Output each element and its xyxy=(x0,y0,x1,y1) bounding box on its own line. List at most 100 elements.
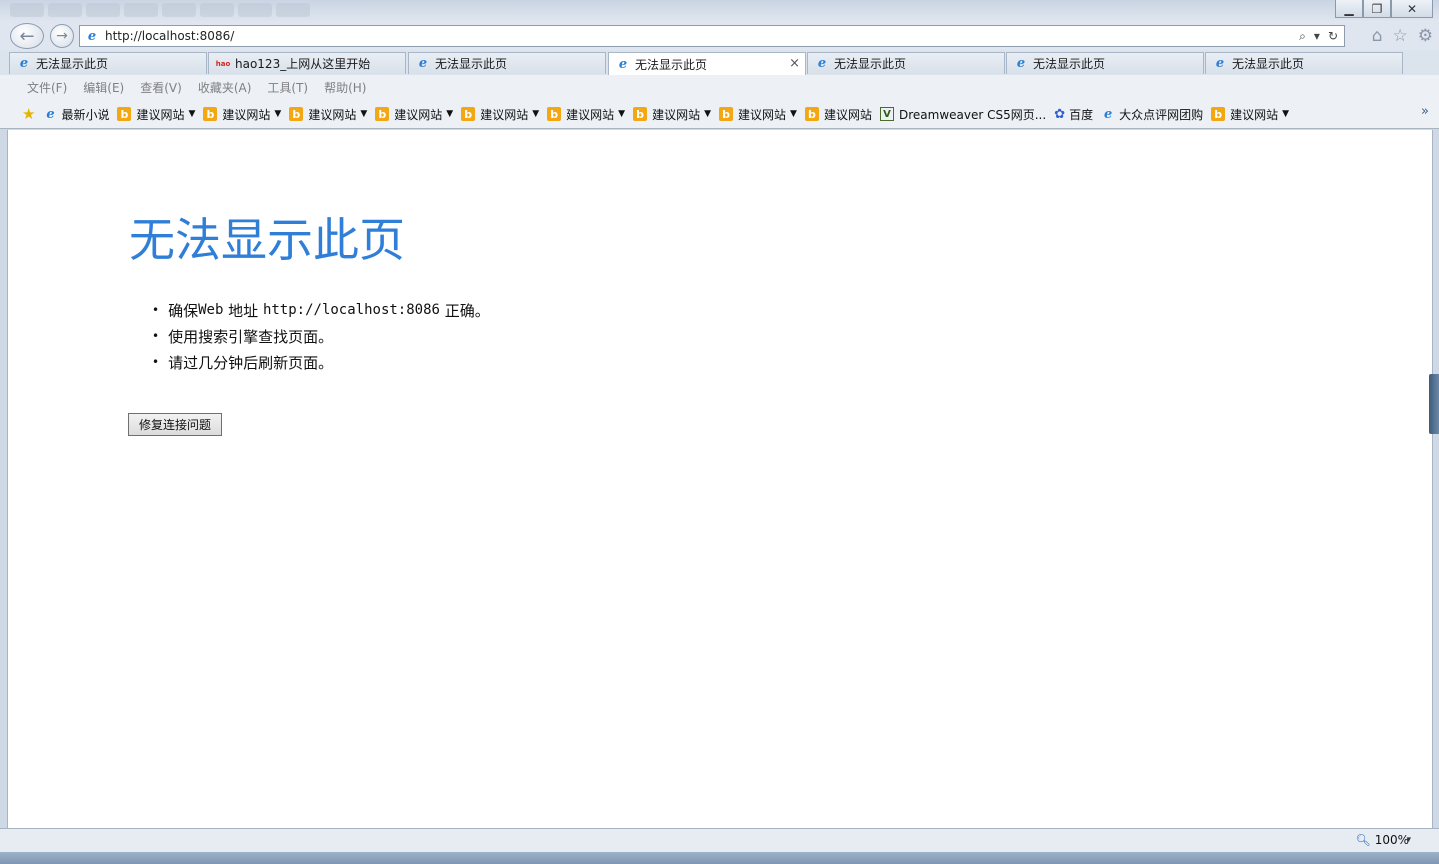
close-tab-icon[interactable]: × xyxy=(789,56,800,71)
tab-label: 无法显示此页 xyxy=(36,57,109,71)
tab[interactable]: e 无法显示此页 xyxy=(1205,52,1403,74)
list-item: 确保 Web 地址 http://localhost:8086 正确。 xyxy=(152,297,490,323)
url-text: http://localhost:8086 xyxy=(262,302,440,318)
ie-icon: e xyxy=(817,56,827,71)
ie-icon: e xyxy=(618,56,628,72)
favorite-item[interactable]: ✿ 百度 xyxy=(1054,106,1093,123)
favorite-label: 建议网站 xyxy=(308,107,357,122)
side-scroll-handle[interactable] xyxy=(1429,374,1439,434)
favorite-label: 建议网站 xyxy=(136,107,185,122)
dropdown-caret-icon[interactable]: ▼ xyxy=(704,109,711,119)
ie-icon: e xyxy=(46,106,55,122)
favorite-item[interactable]: b 建议网站 ▼ xyxy=(289,106,367,123)
menu-favorites[interactable]: 收藏夹(A) xyxy=(198,79,252,96)
gear-icon[interactable]: ⚙ xyxy=(1418,26,1433,46)
window-titlebar: ▁ ❐ ✕ xyxy=(0,0,1439,22)
favorites-star-icon[interactable]: ☆ xyxy=(1393,26,1408,46)
favorite-label: 建议网站 xyxy=(823,107,872,122)
suggestion-list: 确保 Web 地址 http://localhost:8086 正确。 使用搜索… xyxy=(152,297,490,375)
favorite-item[interactable]: e 大众点评网团购 xyxy=(1101,106,1203,123)
back-button[interactable]: ← xyxy=(10,23,44,49)
baidu-paw-icon: ✿ xyxy=(1054,106,1066,122)
tab-label: 无法显示此页 xyxy=(635,57,708,72)
background-taskbar-glimpse xyxy=(10,3,310,19)
ie-icon: e xyxy=(1103,106,1113,122)
dropdown-caret-icon[interactable]: ▼ xyxy=(274,109,281,119)
address-input[interactable]: http://localhost:8086/ xyxy=(105,29,1299,43)
dropdown-caret-icon[interactable]: ▼ xyxy=(1282,109,1289,119)
page-content: 无法显示此页 确保 Web 地址 http://localhost:8086 正… xyxy=(7,130,1433,828)
close-window-button[interactable]: ✕ xyxy=(1391,0,1433,18)
bing-icon: b xyxy=(461,107,476,121)
bing-icon: b xyxy=(547,107,562,121)
tab-active[interactable]: e 无法显示此页 × xyxy=(608,52,806,75)
zoom-control[interactable]: 🔍︎ 100% xyxy=(1355,833,1409,847)
favorite-item[interactable]: b 建议网站 ▼ xyxy=(719,106,797,123)
bing-icon: b xyxy=(719,107,734,121)
dropdown-caret-icon[interactable]: ▼ xyxy=(618,109,625,119)
favorite-label: 建议网站 xyxy=(738,107,787,122)
zoom-dropdown-icon[interactable]: ▾ xyxy=(1406,835,1411,845)
chevron-down-icon[interactable]: ▾ xyxy=(1314,29,1320,44)
tab[interactable]: hao hao123_上网从这里开始 xyxy=(208,52,406,74)
tab[interactable]: e 无法显示此页 xyxy=(807,52,1005,74)
restore-button[interactable]: ❐ xyxy=(1363,0,1391,18)
tab[interactable]: e 无法显示此页 xyxy=(408,52,606,74)
bing-icon: b xyxy=(117,107,132,121)
menu-edit[interactable]: 编辑(E) xyxy=(83,79,124,96)
favorite-item[interactable]: b 建议网站 ▼ xyxy=(203,106,281,123)
bing-icon: b xyxy=(633,107,648,121)
favorite-item[interactable]: b 建议网站 ▼ xyxy=(117,106,195,123)
menu-file[interactable]: 文件(F) xyxy=(27,79,67,96)
favorites-more-chevron-icon[interactable]: » xyxy=(1421,104,1429,119)
favorite-label: Dreamweaver CS5网页... xyxy=(898,107,1047,122)
menu-view[interactable]: 查看(V) xyxy=(140,79,182,96)
refresh-icon[interactable]: ↻ xyxy=(1328,29,1338,44)
dropdown-caret-icon[interactable]: ▼ xyxy=(188,109,195,119)
hao123-icon: hao xyxy=(215,59,231,68)
dropdown-caret-icon[interactable]: ▼ xyxy=(790,109,797,119)
favorite-label: 建议网站 xyxy=(480,107,529,122)
dropdown-caret-icon[interactable]: ▼ xyxy=(446,109,453,119)
arrow-left-icon: ← xyxy=(19,25,35,47)
favorite-item[interactable]: b 建议网站 ▼ xyxy=(547,106,625,123)
favorite-item[interactable]: b 建议网站 ▼ xyxy=(461,106,539,123)
list-item: 使用搜索引擎查找页面。 xyxy=(152,323,490,349)
favorite-item[interactable]: b 建议网站 ▼ xyxy=(375,106,453,123)
tab-label: 无法显示此页 xyxy=(435,57,508,71)
arrow-right-icon: → xyxy=(56,28,68,44)
favorite-label: 大众点评网团购 xyxy=(1119,107,1204,122)
favorites-add-star-icon[interactable]: ★ xyxy=(22,105,35,123)
favorite-item[interactable]: b 建议网站 xyxy=(804,106,872,123)
tab[interactable]: e 无法显示此页 xyxy=(1006,52,1204,74)
address-bar[interactable]: e http://localhost:8086/ ⌕ ▾ ↻ xyxy=(79,25,1345,47)
zoom-level: 100% xyxy=(1374,833,1409,847)
favorite-item[interactable]: b 建议网站 ▼ xyxy=(633,106,711,123)
tab-label: 无法显示此页 xyxy=(834,57,907,71)
tab[interactable]: e 无法显示此页 xyxy=(9,52,207,74)
zoom-magnifier-icon: 🔍︎ xyxy=(1355,833,1371,847)
dreamweaver-icon: V xyxy=(879,107,894,121)
home-icon[interactable]: ⌂ xyxy=(1372,26,1383,46)
favorite-label: 建议网站 xyxy=(222,107,271,122)
os-taskbar xyxy=(0,852,1439,864)
dropdown-caret-icon[interactable]: ▼ xyxy=(532,109,539,119)
favorite-label: 建议网站 xyxy=(652,107,701,122)
menu-tools[interactable]: 工具(T) xyxy=(267,79,308,96)
suggestion-text: 使用搜索引擎查找页面。 xyxy=(168,327,334,346)
search-icon[interactable]: ⌕ xyxy=(1299,29,1306,44)
favorite-item[interactable]: b 建议网站 ▼ xyxy=(1211,106,1289,123)
favorite-label: 建议网站 xyxy=(394,107,443,122)
fix-connection-button[interactable]: 修复连接问题 xyxy=(128,413,222,436)
favorite-label: 百度 xyxy=(1069,107,1094,122)
favorite-label: 建议网站 xyxy=(566,107,615,122)
minimize-button[interactable]: ▁ xyxy=(1335,0,1363,18)
dropdown-caret-icon[interactable]: ▼ xyxy=(360,109,367,119)
tab-label: 无法显示此页 xyxy=(1232,57,1305,71)
suggestion-text: 确保 xyxy=(168,301,199,320)
menu-help[interactable]: 帮助(H) xyxy=(324,79,366,96)
forward-button[interactable]: → xyxy=(50,24,74,48)
favorite-item[interactable]: V Dreamweaver CS5网页... xyxy=(879,106,1047,123)
favorite-item[interactable]: e 最新小说 xyxy=(43,106,109,123)
bing-icon: b xyxy=(203,107,218,121)
